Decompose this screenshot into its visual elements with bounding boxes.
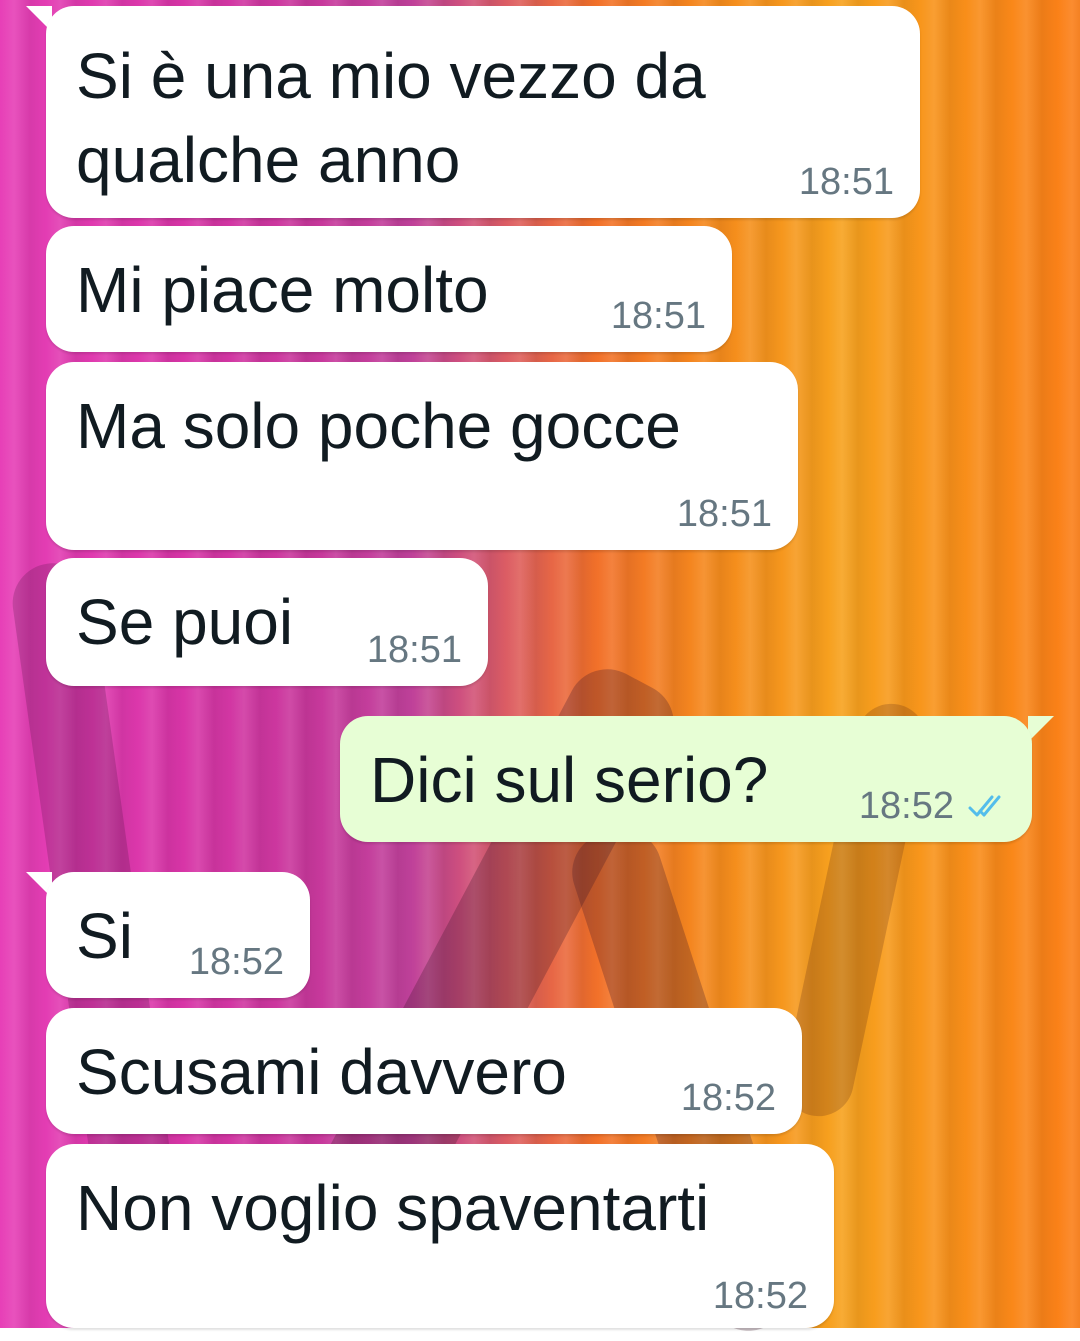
- message-text: Ma solo poche gocce: [76, 390, 681, 462]
- incoming-message-bubble[interactable]: Si è una mio vezzo da qualche anno 18:51: [46, 6, 920, 218]
- message-text: Se puoi: [76, 586, 294, 658]
- incoming-message-bubble[interactable]: Mi piace molto 18:51: [46, 226, 732, 352]
- message-timestamp: 18:51: [366, 629, 462, 671]
- message-text: Scusami davvero: [76, 1036, 567, 1108]
- incoming-message-bubble[interactable]: Si 18:52: [46, 872, 310, 998]
- message-text: Mi piace molto: [76, 254, 489, 326]
- message-text: Si è una mio vezzo da qualche anno: [76, 40, 706, 196]
- message-text: Dici sul serio?: [370, 744, 769, 816]
- incoming-message-bubble[interactable]: Non voglio spaventarti 18:52: [46, 1144, 834, 1328]
- double-check-icon: [968, 795, 1001, 817]
- message-timestamp: 18:52: [188, 941, 284, 983]
- incoming-message-bubble[interactable]: Se puoi 18:51: [46, 558, 488, 686]
- message-timestamp: 18:52: [680, 1077, 776, 1119]
- message-text: Non voglio spaventarti: [76, 1172, 710, 1244]
- message-timestamp: 18:51: [610, 295, 706, 337]
- incoming-message-bubble[interactable]: Ma solo poche gocce 18:51: [46, 362, 798, 550]
- message-timestamp: 18:52: [858, 785, 954, 827]
- message-timestamp: 18:51: [798, 161, 894, 203]
- message-text: Si: [76, 900, 133, 972]
- message-timestamp: 18:52: [712, 1275, 808, 1317]
- message-list[interactable]: Si è una mio vezzo da qualche anno 18:51…: [0, 0, 1080, 1328]
- incoming-message-bubble[interactable]: Scusami davvero 18:52: [46, 1008, 802, 1134]
- bubble-tail: [1028, 716, 1054, 742]
- outgoing-message-bubble[interactable]: Dici sul serio? 18:52: [340, 716, 1032, 842]
- message-timestamp: 18:51: [676, 493, 772, 535]
